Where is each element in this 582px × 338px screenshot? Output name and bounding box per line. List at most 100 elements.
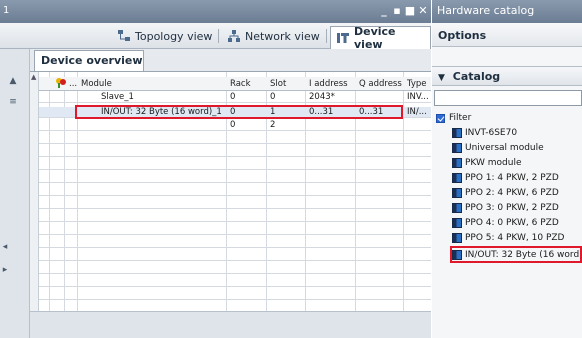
device-icon	[336, 31, 350, 45]
catalog-item-label: PPO 5: 4 PKW, 10 PZD	[465, 232, 565, 243]
tab-network-label: Network view	[245, 29, 320, 43]
table-row-empty[interactable]	[39, 211, 431, 222]
table-row[interactable]: Slave_1 0 0 2043* INV...	[39, 92, 431, 103]
tab-topology-label: Topology view	[135, 29, 213, 43]
editor-bottom-bar	[30, 311, 431, 338]
device-overview-tabbar: Device overview	[30, 49, 431, 71]
expand-left-icon[interactable]: ◂	[0, 243, 10, 252]
catalog-item[interactable]: PKW module	[452, 156, 522, 169]
network-icon	[227, 29, 241, 43]
cell-module	[99, 120, 229, 131]
table-row-empty[interactable]	[39, 172, 431, 183]
highlight-box-catalog-item	[450, 246, 582, 263]
tab-device-overview[interactable]: Device overview	[34, 50, 144, 71]
editor-titlebar: 1 _ ▪ ■ ✕	[0, 0, 431, 23]
tab-device-view[interactable]: Device view	[330, 25, 431, 51]
cell-i-address: 2043*	[309, 92, 335, 102]
close-icon[interactable]: ✕	[417, 4, 429, 18]
cell-q-address	[357, 120, 405, 131]
module-icon	[452, 232, 462, 243]
table-scrollbar[interactable]: ▲	[30, 72, 39, 312]
table-row-empty[interactable]	[39, 146, 431, 157]
table-row-empty[interactable]	[39, 289, 431, 300]
module-icon	[452, 127, 462, 138]
editor-title-number: 1	[3, 5, 10, 16]
filter-checkbox[interactable]: Filter	[436, 112, 471, 124]
catalog-item-label: PPO 2: 4 PKW, 6 PZD	[465, 187, 559, 198]
catalog-item[interactable]: PPO 4: 0 PKW, 6 PZD	[452, 216, 559, 229]
column-header-i-address[interactable]: I address	[307, 77, 355, 91]
catalog-section-label: Catalog	[452, 70, 501, 83]
table-row-empty[interactable]	[39, 198, 431, 209]
tab-device-label: Device view	[354, 25, 396, 51]
tab-network-view[interactable]: Network view	[222, 26, 325, 46]
catalog-item[interactable]: PPO 5: 4 PKW, 10 PZD	[452, 231, 564, 244]
chevron-down-icon: ▼	[438, 73, 445, 83]
module-status-icon	[53, 77, 67, 91]
scroll-up-icon[interactable]: ▲	[8, 77, 18, 86]
column-header-slot[interactable]: Slot	[268, 77, 306, 91]
module-icon	[452, 202, 462, 213]
cell-type	[405, 120, 431, 131]
module-icon	[452, 217, 462, 228]
column-header-module[interactable]: Module	[79, 77, 219, 91]
column-header-q-address[interactable]: Q address	[357, 77, 405, 91]
filter-label: Filter	[449, 113, 472, 123]
minimize-icon[interactable]: _	[378, 4, 390, 18]
tab-separator	[326, 29, 327, 43]
cell-i-address	[307, 120, 355, 131]
expand-right-icon[interactable]: ▸	[0, 266, 10, 275]
catalog-item[interactable]: PPO 3: 0 PKW, 2 PZD	[452, 201, 559, 214]
column-header-rack[interactable]: Rack	[228, 77, 266, 91]
module-icon	[452, 157, 462, 168]
menu-lines-icon[interactable]: ≡	[8, 98, 18, 107]
device-editor: 1 _ ▪ ■ ✕ Topology view Network view Dev…	[0, 0, 431, 338]
table-row-empty[interactable]	[39, 276, 431, 287]
module-icon	[452, 142, 462, 153]
table-header-row: ... Module Rack Slot I address Q address…	[39, 77, 431, 91]
column-header-dots[interactable]: ...	[67, 77, 79, 91]
cell-q-address	[357, 92, 405, 103]
restore-icon[interactable]: ▪	[391, 4, 403, 18]
maximize-icon[interactable]: ■	[404, 4, 416, 18]
catalog-item[interactable]: PPO 2: 4 PKW, 6 PZD	[452, 186, 559, 199]
catalog-item-label: PPO 1: 4 PKW, 2 PZD	[465, 172, 559, 183]
tab-topology-view[interactable]: Topology view	[112, 26, 217, 46]
module-icon	[452, 172, 462, 183]
table-row-empty[interactable]	[39, 250, 431, 261]
module-icon	[452, 187, 462, 198]
highlight-box-selected-row	[75, 105, 403, 119]
cell-slot: 2	[270, 120, 276, 130]
catalog-title: Hardware catalog	[432, 0, 582, 23]
catalog-item[interactable]: Universal module	[452, 141, 544, 154]
cell-type: IN/...	[407, 107, 427, 117]
cell-rack: 0	[230, 92, 236, 102]
scroll-up-arrow-icon[interactable]: ▲	[31, 73, 36, 81]
column-header-type[interactable]: Type	[405, 77, 431, 91]
catalog-search-input[interactable]	[434, 90, 582, 106]
tab-separator	[218, 29, 219, 43]
catalog-item-label: PKW module	[465, 157, 522, 168]
table-row-empty[interactable]	[39, 237, 431, 248]
catalog-item[interactable]: PPO 1: 4 PKW, 2 PZD	[452, 171, 559, 184]
table-row-empty[interactable]	[39, 133, 431, 144]
cell-module: Slave_1	[101, 92, 134, 102]
checkbox-checked-icon	[436, 113, 445, 123]
catalog-item-label: INVT-6SE70	[465, 127, 518, 138]
options-section[interactable]: Options	[432, 23, 582, 47]
table-row-empty[interactable]	[39, 263, 431, 274]
catalog-item-label: PPO 4: 0 PKW, 6 PZD	[465, 217, 559, 228]
catalog-item[interactable]: INVT-6SE70	[452, 126, 517, 139]
topology-icon	[117, 29, 131, 43]
cell-type: INV...	[407, 92, 429, 102]
table-row[interactable]: 0 2	[39, 120, 431, 131]
table-row-empty[interactable]	[39, 185, 431, 196]
hardware-catalog-panel: Hardware catalog Options ▼ Catalog Filte…	[432, 0, 582, 338]
catalog-item-label: Universal module	[465, 142, 544, 153]
table-row-empty[interactable]	[39, 224, 431, 235]
table-row-empty[interactable]	[39, 159, 431, 170]
cell-slot: 0	[270, 92, 276, 102]
catalog-section-header[interactable]: ▼ Catalog	[432, 66, 582, 86]
cell-rack: 0	[230, 120, 236, 130]
view-tabs: Topology view Network view Device view	[0, 23, 431, 51]
